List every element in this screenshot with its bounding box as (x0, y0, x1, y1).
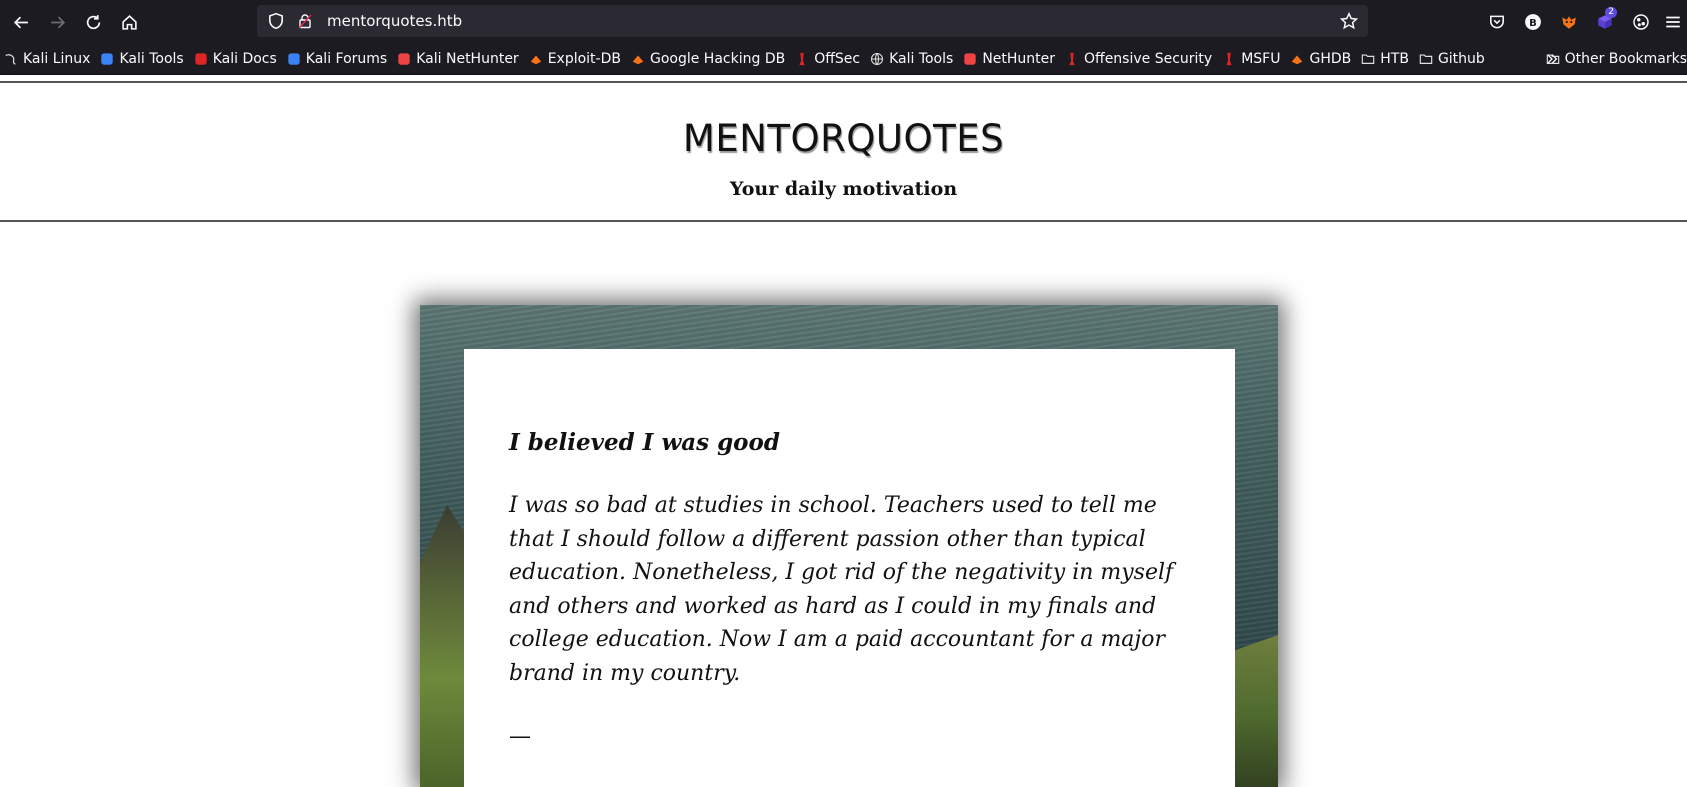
bookmark-label: Kali Forums (305, 51, 388, 67)
bookmark-item[interactable]: Kali NetHunter (393, 46, 524, 72)
toolbar-right: B 2 (1479, 0, 1687, 44)
bookmark-label: Offensive Security (1084, 51, 1213, 67)
globe-icon (870, 52, 884, 66)
forward-button[interactable] (40, 5, 74, 39)
bookmark-item[interactable]: Exploit-DB (525, 46, 627, 72)
bookmark-item[interactable]: Kali Forums (283, 46, 393, 72)
shield-icon[interactable] (267, 12, 285, 30)
b-extension-icon: B (1525, 14, 1541, 30)
bookmark-star-icon[interactable] (1340, 12, 1358, 30)
site-title: MENTORQUOTES (682, 117, 1005, 160)
home-icon (121, 14, 137, 30)
bookmark-label: Kali Linux (23, 51, 91, 67)
foxyproxy-button[interactable] (1551, 4, 1587, 40)
kali-docs-icon (194, 52, 208, 66)
bookmark-label: HTB (1380, 51, 1409, 67)
exploit-db-icon (529, 52, 543, 66)
quote-title: I believed I was good (509, 429, 780, 456)
bookmark-item[interactable]: HTB (1357, 46, 1415, 72)
bookmark-item[interactable]: OffSec (791, 46, 866, 72)
fox-icon (1562, 16, 1576, 29)
reload-icon (86, 14, 100, 29)
header-top-rule (0, 81, 1687, 83)
bookmark-item[interactable]: NetHunter (959, 46, 1061, 72)
bookmark-item[interactable]: MSFU (1218, 46, 1286, 72)
ghdb-icon (631, 52, 645, 66)
cookie-icon (1633, 14, 1649, 30)
bookmark-label: Kali Tools (119, 51, 184, 67)
kali-forums-icon (287, 52, 301, 66)
bookmark-item[interactable]: Google Hacking DB (627, 46, 791, 72)
extension-badge-button[interactable]: 2 (1587, 4, 1623, 40)
bookmark-label: Kali Docs (212, 51, 277, 67)
bookmark-item[interactable]: Kali Tools (866, 46, 959, 72)
other-bookmarks-folder[interactable]: Other Bookmarks (1546, 44, 1687, 74)
offsec-icon (795, 52, 809, 66)
bookmark-label: NetHunter (982, 51, 1056, 67)
bookmark-label: OffSec (814, 51, 861, 67)
folder-icon (1419, 52, 1433, 66)
folder-icon (1361, 52, 1375, 66)
back-button[interactable] (4, 5, 38, 39)
quote-card: I believed I was good I was so bad at st… (464, 349, 1235, 787)
quote-author-dash: — (509, 724, 531, 749)
extension-count-badge: 2 (1605, 7, 1617, 18)
menu-button[interactable] (1659, 4, 1687, 40)
bookmarks-toolbar: Kali Linux Kali Tools Kali Docs Kali Forums… (0, 44, 1687, 75)
home-button[interactable] (112, 5, 146, 39)
url-text[interactable]: mentorquotes.htb (327, 12, 462, 30)
bookmark-label: Google Hacking DB (649, 51, 786, 67)
bookmark-label: Kali Tools (889, 51, 954, 67)
folder-icon (1546, 52, 1560, 66)
nethunter-icon (397, 52, 411, 66)
bookmark-label: Github (1437, 51, 1485, 67)
pocket-button[interactable] (1479, 4, 1515, 40)
back-arrow-icon (13, 16, 28, 28)
quote-card-frame: I believed I was good I was so bad at st… (420, 305, 1278, 787)
bookmark-label: GHDB (1309, 51, 1352, 67)
offsec-icon (1222, 52, 1236, 66)
hamburger-menu-icon (1666, 16, 1680, 28)
header-bottom-rule (0, 220, 1687, 222)
page-content: MENTORQUOTES Your daily motivation I bel… (0, 75, 1687, 787)
bookmark-label: Kali NetHunter (416, 51, 519, 67)
bookmark-item[interactable]: Kali Tools (96, 46, 189, 72)
background-cliff-right (1233, 635, 1278, 787)
nethunter-icon (963, 52, 977, 66)
extension-b-button[interactable]: B (1515, 4, 1551, 40)
bookmark-item[interactable]: Kali Docs (190, 46, 283, 72)
bookmark-item[interactable]: Offensive Security (1061, 46, 1218, 72)
background-cliff-left (420, 505, 465, 787)
cookie-button[interactable] (1623, 4, 1659, 40)
site-subtitle: Your daily motivation (729, 178, 958, 200)
quote-body: I was so bad at studies in school. Teach… (509, 493, 1174, 686)
svg-text:B: B (1529, 18, 1537, 29)
reload-button[interactable] (76, 5, 110, 39)
forward-arrow-icon (50, 16, 65, 28)
bookmark-item[interactable]: Github (1415, 46, 1491, 72)
other-bookmarks-label: Other Bookmarks (1564, 51, 1687, 67)
bookmark-label: Exploit-DB (547, 51, 621, 67)
offsec-icon (1065, 52, 1079, 66)
bookmark-label: MSFU (1241, 51, 1281, 67)
address-bar[interactable]: mentorquotes.htb (257, 5, 1368, 37)
ghdb-icon (1290, 52, 1304, 66)
bookmark-item[interactable]: GHDB (1286, 46, 1357, 72)
bookmark-item[interactable]: Kali Linux (0, 46, 96, 72)
kali-tools-icon (100, 52, 114, 66)
browser-toolbar: mentorquotes.htb B 2 (0, 0, 1687, 44)
kali-dragon-icon (4, 52, 18, 66)
pocket-icon (1490, 15, 1504, 29)
insecure-lock-icon[interactable] (297, 13, 313, 29)
